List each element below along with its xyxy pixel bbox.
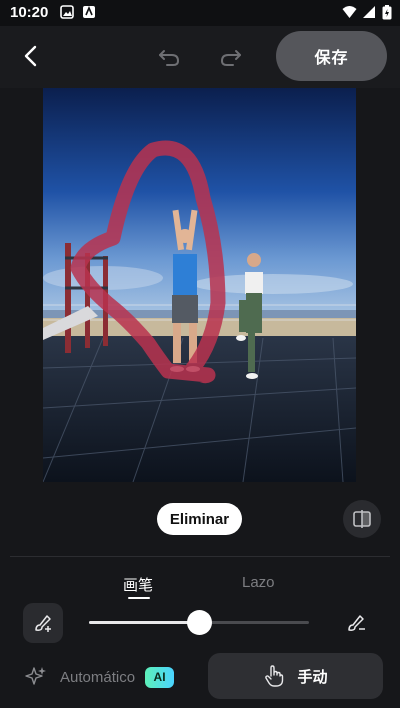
wifi-icon (342, 5, 357, 19)
save-button[interactable]: 保存 (276, 31, 387, 81)
brush-minus-button[interactable] (341, 608, 371, 638)
hand-tap-icon (265, 665, 284, 687)
mode-pill-eliminar[interactable]: Eliminar (157, 503, 242, 535)
sparkle-icon (25, 667, 46, 685)
auto-mode-label: Automático (60, 668, 136, 686)
manual-mode-button[interactable]: 手动 (208, 653, 383, 699)
ai-badge: AI (145, 666, 175, 688)
brush-size-fill (89, 621, 199, 624)
redo-button[interactable] (217, 43, 245, 69)
brush-minus-icon (348, 615, 365, 631)
redo-icon (220, 50, 241, 66)
edit-photo[interactable] (43, 88, 356, 482)
compare-icon (353, 510, 371, 528)
tab-brush-indicator (128, 597, 150, 599)
photo-scene (43, 88, 356, 482)
status-time: 10:20 (10, 4, 49, 21)
undo-icon (159, 50, 180, 66)
gallery-notification-icon (60, 5, 74, 19)
compare-button[interactable] (343, 500, 381, 538)
auto-mode-row[interactable]: Automático AI (24, 664, 175, 690)
signal-icon (362, 5, 376, 19)
tab-lasso[interactable]: Lazo (242, 574, 275, 591)
panel-divider (10, 556, 390, 557)
manual-mode-label: 手动 (297, 668, 328, 686)
undo-button[interactable] (155, 43, 183, 69)
back-button[interactable] (18, 43, 44, 69)
app-notification-icon (82, 5, 96, 19)
back-arrow-icon (24, 45, 37, 67)
battery-icon (382, 5, 392, 20)
brush-plus-button[interactable] (23, 603, 63, 643)
brush-plus-icon (35, 615, 51, 632)
brush-size-knob[interactable] (187, 610, 212, 635)
tab-brush[interactable]: 画笔 (123, 574, 153, 595)
